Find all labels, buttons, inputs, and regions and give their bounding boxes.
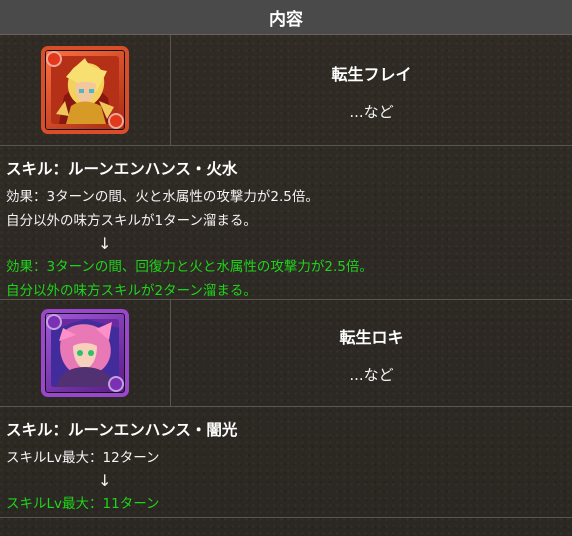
monster-row-frey: 転生フレイ ...など bbox=[0, 35, 572, 146]
monster-name-cell-frey: 転生フレイ ...など bbox=[171, 35, 572, 145]
skill-description-loki: スキル：ルーンエンハンス・闇光 スキルLv最大：12ターン ↓ スキルLv最大：… bbox=[0, 407, 572, 518]
monster-name-loki: 転生ロキ bbox=[339, 328, 404, 347]
monster-name-cell-loki: 転生ロキ ...など bbox=[171, 300, 572, 406]
monster-row-loki: 転生ロキ ...など bbox=[0, 300, 572, 407]
monster-name-frey: 転生フレイ bbox=[331, 65, 412, 84]
fire-attribute-icon bbox=[46, 51, 62, 67]
etc-label-frey: ...など bbox=[349, 103, 394, 121]
monster-icon-cell-frey bbox=[0, 35, 171, 145]
dark-subattribute-icon bbox=[108, 376, 124, 392]
before-line-2-frey: 自分以外の味方スキルが1ターン溜まる。 bbox=[6, 213, 257, 229]
loki-portrait-icon bbox=[51, 319, 119, 387]
after-line-1-frey: 効果：3ターンの間、回復力と火と水属性の攻撃力が2.5倍。 bbox=[6, 259, 373, 275]
before-line-1-loki: スキルLv最大：12ターン bbox=[6, 450, 160, 466]
monster-icon-cell-loki bbox=[0, 300, 171, 406]
dark-attribute-icon bbox=[46, 314, 62, 330]
skill-change-table: 内容 転生フレイ ...など スキル：ルーンエンハンス・火水 効果：3ターンの間… bbox=[0, 0, 572, 536]
header-title: 内容 bbox=[269, 9, 303, 30]
skill-description-frey: スキル：ルーンエンハンス・火水 効果：3ターンの間、火と水属性の攻撃力が2.5倍… bbox=[0, 146, 572, 300]
skill-title-loki: スキル：ルーンエンハンス・闇光 bbox=[6, 421, 238, 439]
fire-subattribute-icon bbox=[108, 113, 124, 129]
skill-title-frey: スキル：ルーンエンハンス・火水 bbox=[6, 160, 238, 178]
frey-card-icon[interactable] bbox=[41, 46, 129, 134]
change-arrow-frey: ↓ bbox=[98, 234, 112, 253]
before-line-1-frey: 効果：3ターンの間、火と水属性の攻撃力が2.5倍。 bbox=[6, 189, 319, 205]
frey-portrait-icon bbox=[51, 56, 119, 124]
table-header: 内容 bbox=[0, 0, 572, 35]
loki-card-icon[interactable] bbox=[41, 309, 129, 397]
etc-label-loki: ...など bbox=[349, 366, 394, 384]
after-line-1-loki: スキルLv最大：11ターン bbox=[6, 496, 160, 512]
change-arrow-loki: ↓ bbox=[98, 471, 112, 490]
